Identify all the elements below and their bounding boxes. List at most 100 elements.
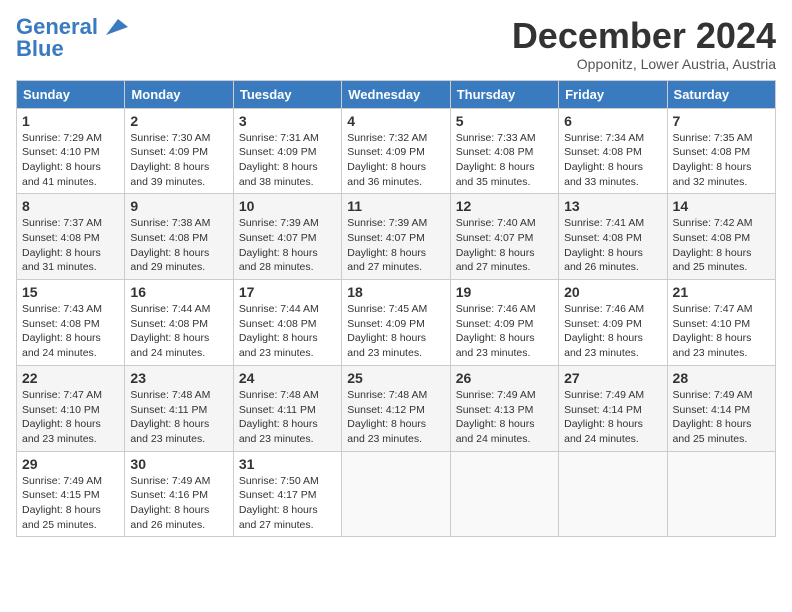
day-detail: Sunrise: 7:48 AMSunset: 4:11 PMDaylight:… <box>130 389 210 445</box>
calendar-cell: 20 Sunrise: 7:46 AMSunset: 4:09 PMDaylig… <box>559 280 667 366</box>
weekday-header-friday: Friday <box>559 80 667 108</box>
calendar-cell: 26 Sunrise: 7:49 AMSunset: 4:13 PMDaylig… <box>450 365 558 451</box>
calendar-cell: 30 Sunrise: 7:49 AMSunset: 4:16 PMDaylig… <box>125 451 233 537</box>
day-number: 26 <box>456 370 553 386</box>
calendar-cell: 14 Sunrise: 7:42 AMSunset: 4:08 PMDaylig… <box>667 194 775 280</box>
calendar-table: SundayMondayTuesdayWednesdayThursdayFrid… <box>16 80 776 538</box>
day-number: 31 <box>239 456 336 472</box>
day-number: 18 <box>347 284 444 300</box>
calendar-week-3: 15 Sunrise: 7:43 AMSunset: 4:08 PMDaylig… <box>17 280 776 366</box>
day-number: 19 <box>456 284 553 300</box>
day-number: 21 <box>673 284 770 300</box>
calendar-cell: 29 Sunrise: 7:49 AMSunset: 4:15 PMDaylig… <box>17 451 125 537</box>
calendar-week-2: 8 Sunrise: 7:37 AMSunset: 4:08 PMDayligh… <box>17 194 776 280</box>
calendar-cell: 13 Sunrise: 7:41 AMSunset: 4:08 PMDaylig… <box>559 194 667 280</box>
day-number: 1 <box>22 113 119 129</box>
day-number: 8 <box>22 198 119 214</box>
calendar-cell: 12 Sunrise: 7:40 AMSunset: 4:07 PMDaylig… <box>450 194 558 280</box>
calendar-cell <box>667 451 775 537</box>
day-detail: Sunrise: 7:43 AMSunset: 4:08 PMDaylight:… <box>22 303 102 359</box>
title-block: December 2024 Opponitz, Lower Austria, A… <box>512 16 776 72</box>
calendar-cell: 22 Sunrise: 7:47 AMSunset: 4:10 PMDaylig… <box>17 365 125 451</box>
logo: GeneralBlue <box>16 16 128 60</box>
day-number: 29 <box>22 456 119 472</box>
calendar-cell: 16 Sunrise: 7:44 AMSunset: 4:08 PMDaylig… <box>125 280 233 366</box>
day-detail: Sunrise: 7:34 AMSunset: 4:08 PMDaylight:… <box>564 132 644 188</box>
day-number: 27 <box>564 370 661 386</box>
calendar-cell: 27 Sunrise: 7:49 AMSunset: 4:14 PMDaylig… <box>559 365 667 451</box>
day-number: 22 <box>22 370 119 386</box>
day-detail: Sunrise: 7:30 AMSunset: 4:09 PMDaylight:… <box>130 132 210 188</box>
weekday-header-wednesday: Wednesday <box>342 80 450 108</box>
day-number: 2 <box>130 113 227 129</box>
month-title: December 2024 <box>512 16 776 56</box>
calendar-cell: 15 Sunrise: 7:43 AMSunset: 4:08 PMDaylig… <box>17 280 125 366</box>
day-detail: Sunrise: 7:48 AMSunset: 4:12 PMDaylight:… <box>347 389 427 445</box>
weekday-header-saturday: Saturday <box>667 80 775 108</box>
day-number: 24 <box>239 370 336 386</box>
day-number: 20 <box>564 284 661 300</box>
weekday-header-monday: Monday <box>125 80 233 108</box>
day-number: 13 <box>564 198 661 214</box>
day-number: 3 <box>239 113 336 129</box>
day-detail: Sunrise: 7:49 AMSunset: 4:14 PMDaylight:… <box>564 389 644 445</box>
calendar-cell <box>559 451 667 537</box>
calendar-cell: 2 Sunrise: 7:30 AMSunset: 4:09 PMDayligh… <box>125 108 233 194</box>
day-detail: Sunrise: 7:44 AMSunset: 4:08 PMDaylight:… <box>239 303 319 359</box>
day-detail: Sunrise: 7:39 AMSunset: 4:07 PMDaylight:… <box>239 217 319 273</box>
calendar-cell: 10 Sunrise: 7:39 AMSunset: 4:07 PMDaylig… <box>233 194 341 280</box>
day-detail: Sunrise: 7:41 AMSunset: 4:08 PMDaylight:… <box>564 217 644 273</box>
calendar-cell: 5 Sunrise: 7:33 AMSunset: 4:08 PMDayligh… <box>450 108 558 194</box>
day-number: 9 <box>130 198 227 214</box>
day-detail: Sunrise: 7:46 AMSunset: 4:09 PMDaylight:… <box>456 303 536 359</box>
calendar-cell: 6 Sunrise: 7:34 AMSunset: 4:08 PMDayligh… <box>559 108 667 194</box>
calendar-cell: 3 Sunrise: 7:31 AMSunset: 4:09 PMDayligh… <box>233 108 341 194</box>
weekday-header-row: SundayMondayTuesdayWednesdayThursdayFrid… <box>17 80 776 108</box>
day-number: 28 <box>673 370 770 386</box>
calendar-cell: 4 Sunrise: 7:32 AMSunset: 4:09 PMDayligh… <box>342 108 450 194</box>
day-detail: Sunrise: 7:47 AMSunset: 4:10 PMDaylight:… <box>673 303 753 359</box>
day-detail: Sunrise: 7:49 AMSunset: 4:13 PMDaylight:… <box>456 389 536 445</box>
day-detail: Sunrise: 7:46 AMSunset: 4:09 PMDaylight:… <box>564 303 644 359</box>
calendar-cell <box>342 451 450 537</box>
day-number: 11 <box>347 198 444 214</box>
day-detail: Sunrise: 7:39 AMSunset: 4:07 PMDaylight:… <box>347 217 427 273</box>
calendar-cell: 19 Sunrise: 7:46 AMSunset: 4:09 PMDaylig… <box>450 280 558 366</box>
day-number: 7 <box>673 113 770 129</box>
day-number: 30 <box>130 456 227 472</box>
day-number: 12 <box>456 198 553 214</box>
day-detail: Sunrise: 7:49 AMSunset: 4:16 PMDaylight:… <box>130 475 210 531</box>
location: Opponitz, Lower Austria, Austria <box>512 56 776 72</box>
day-number: 10 <box>239 198 336 214</box>
calendar-cell: 28 Sunrise: 7:49 AMSunset: 4:14 PMDaylig… <box>667 365 775 451</box>
day-detail: Sunrise: 7:44 AMSunset: 4:08 PMDaylight:… <box>130 303 210 359</box>
day-detail: Sunrise: 7:32 AMSunset: 4:09 PMDaylight:… <box>347 132 427 188</box>
calendar-cell: 11 Sunrise: 7:39 AMSunset: 4:07 PMDaylig… <box>342 194 450 280</box>
day-detail: Sunrise: 7:35 AMSunset: 4:08 PMDaylight:… <box>673 132 753 188</box>
day-detail: Sunrise: 7:48 AMSunset: 4:11 PMDaylight:… <box>239 389 319 445</box>
calendar-cell: 8 Sunrise: 7:37 AMSunset: 4:08 PMDayligh… <box>17 194 125 280</box>
logo-text: GeneralBlue <box>16 16 98 60</box>
calendar-cell: 31 Sunrise: 7:50 AMSunset: 4:17 PMDaylig… <box>233 451 341 537</box>
day-detail: Sunrise: 7:31 AMSunset: 4:09 PMDaylight:… <box>239 132 319 188</box>
calendar-cell <box>450 451 558 537</box>
calendar-cell: 24 Sunrise: 7:48 AMSunset: 4:11 PMDaylig… <box>233 365 341 451</box>
weekday-header-sunday: Sunday <box>17 80 125 108</box>
day-number: 14 <box>673 198 770 214</box>
day-detail: Sunrise: 7:42 AMSunset: 4:08 PMDaylight:… <box>673 217 753 273</box>
calendar-week-5: 29 Sunrise: 7:49 AMSunset: 4:15 PMDaylig… <box>17 451 776 537</box>
calendar-week-4: 22 Sunrise: 7:47 AMSunset: 4:10 PMDaylig… <box>17 365 776 451</box>
weekday-header-thursday: Thursday <box>450 80 558 108</box>
day-detail: Sunrise: 7:50 AMSunset: 4:17 PMDaylight:… <box>239 475 319 531</box>
calendar-cell: 7 Sunrise: 7:35 AMSunset: 4:08 PMDayligh… <box>667 108 775 194</box>
day-detail: Sunrise: 7:45 AMSunset: 4:09 PMDaylight:… <box>347 303 427 359</box>
day-detail: Sunrise: 7:33 AMSunset: 4:08 PMDaylight:… <box>456 132 536 188</box>
day-number: 5 <box>456 113 553 129</box>
day-detail: Sunrise: 7:38 AMSunset: 4:08 PMDaylight:… <box>130 217 210 273</box>
day-detail: Sunrise: 7:49 AMSunset: 4:15 PMDaylight:… <box>22 475 102 531</box>
calendar-cell: 9 Sunrise: 7:38 AMSunset: 4:08 PMDayligh… <box>125 194 233 280</box>
calendar-cell: 18 Sunrise: 7:45 AMSunset: 4:09 PMDaylig… <box>342 280 450 366</box>
day-number: 25 <box>347 370 444 386</box>
day-number: 23 <box>130 370 227 386</box>
calendar-cell: 23 Sunrise: 7:48 AMSunset: 4:11 PMDaylig… <box>125 365 233 451</box>
